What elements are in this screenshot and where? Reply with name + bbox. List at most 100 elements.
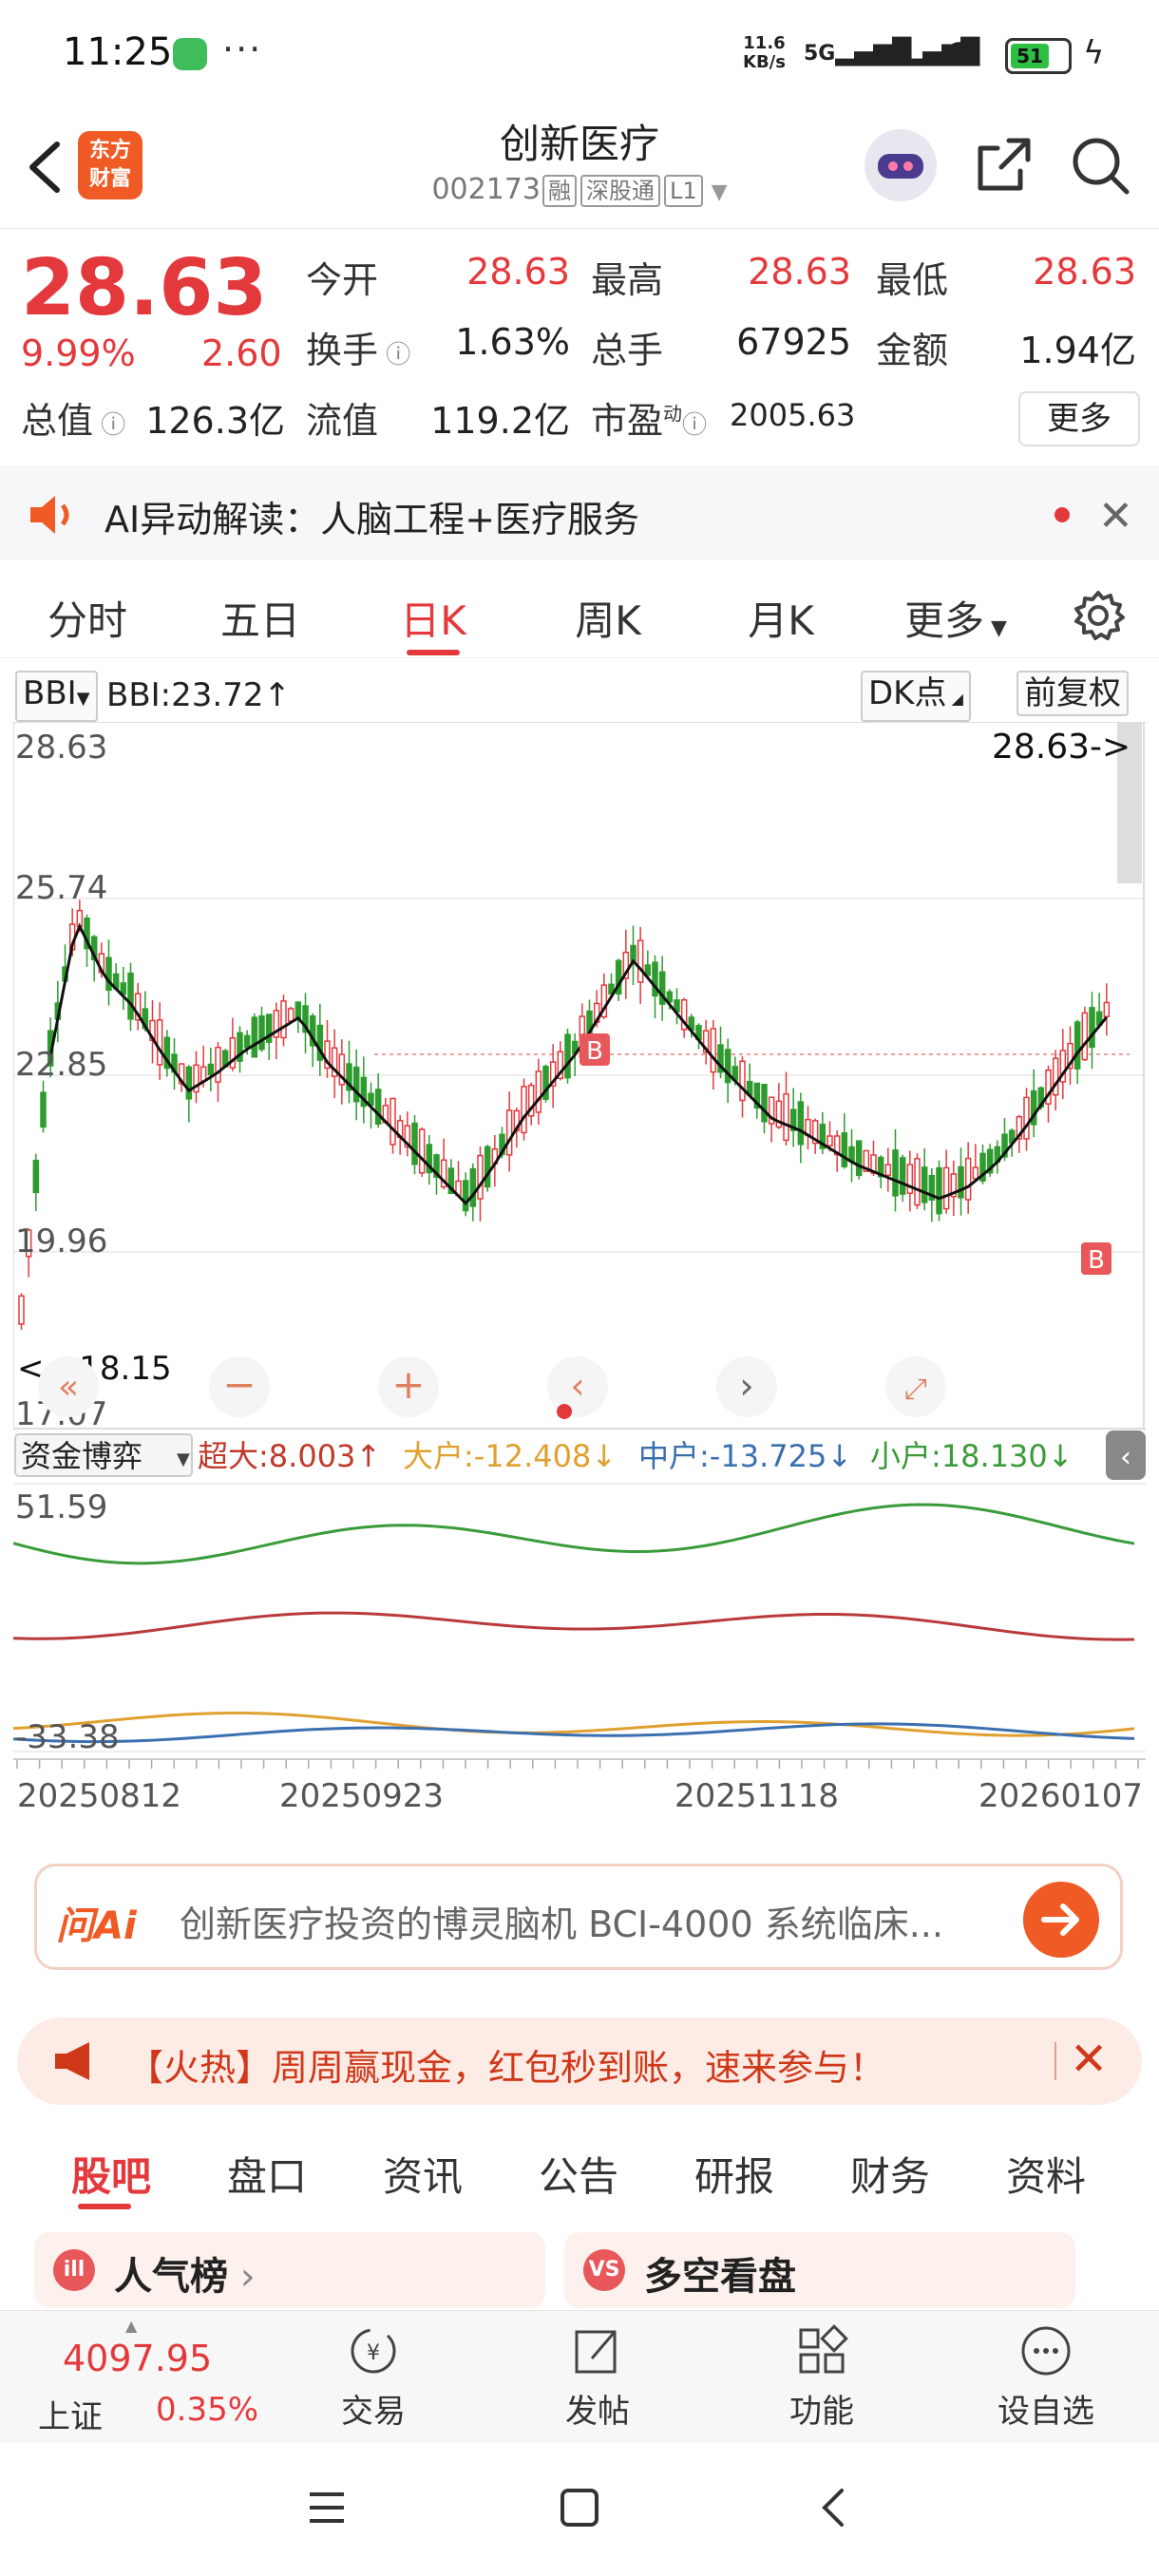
candle-body — [18, 1295, 25, 1325]
tab-forum[interactable]: 股吧 — [40, 2145, 182, 2203]
tab-monthly-k[interactable]: 月K — [705, 589, 857, 647]
nav-add-watchlist[interactable]: 设自选 — [984, 2322, 1108, 2432]
candle-body — [294, 1001, 302, 1020]
candle-body — [936, 1166, 942, 1215]
more-circle-icon — [1021, 2326, 1071, 2376]
ai-question-input[interactable]: 问Ai 创新医疗投资的博灵脑机 BCI-4000 系统临床... — [34, 1864, 1123, 1970]
tab-more[interactable]: 更多 ▼ — [880, 589, 1032, 647]
float-cap-value: 119.2亿 — [430, 400, 570, 442]
promo-text: 【火热】周周赢现金，红包秒到账，速来参与！ — [127, 2047, 886, 2089]
battery-icon: 51 — [1005, 38, 1072, 74]
tab-five-day[interactable]: 五日 — [184, 589, 336, 647]
system-nav-bar — [0, 2443, 1159, 2576]
promo-banner[interactable]: 【火热】周周赢现金，红包秒到账，速来参与！ ✕ — [17, 2017, 1142, 2105]
tab-news[interactable]: 资讯 — [352, 2145, 494, 2203]
candle-body — [215, 1046, 221, 1083]
high-value: 28.63 — [748, 251, 851, 293]
index-name[interactable]: 上证 — [38, 2391, 103, 2437]
more-notifications-icon: ··· — [222, 28, 263, 70]
float-cap-label: 流值 — [306, 400, 379, 442]
candle-body — [1023, 1096, 1030, 1140]
zoom-out-icon[interactable]: − — [222, 1361, 256, 1408]
vs-icon: VS — [583, 2249, 625, 2291]
tag-level: L1 — [663, 175, 703, 207]
candle-body — [899, 1157, 906, 1195]
buy-marker-label-2: B — [1088, 1246, 1105, 1275]
y-tick-2: 22.85 — [15, 1046, 107, 1084]
candle-body — [352, 1066, 360, 1103]
popularity-card[interactable]: ill 人气榜 › — [34, 2232, 545, 2308]
x-tick-3: 20260107 — [978, 1777, 1143, 1815]
candle-body — [636, 939, 644, 983]
ai-assistant-avatar[interactable] — [864, 129, 937, 201]
share-icon[interactable] — [971, 133, 1036, 198]
settings-gear-icon[interactable] — [1072, 589, 1125, 642]
pe-label: 市盈动ⓘ — [591, 400, 708, 442]
candle-body — [972, 1166, 979, 1180]
kline-chart[interactable]: B B 28.63 25.74 22.85 19.96 17.07 28.63-… — [13, 722, 1146, 1430]
last-price-tag: 28.63-> — [992, 728, 1130, 767]
candle-body — [564, 1033, 571, 1079]
index-value[interactable]: 4097.95 — [63, 2338, 212, 2379]
candle-body — [1103, 1001, 1111, 1018]
tab-orderbook[interactable]: 盘口 — [196, 2145, 338, 2203]
candle-body — [484, 1146, 491, 1188]
candle-body — [32, 1160, 40, 1194]
indicator-name: 资金博弈 — [21, 1438, 142, 1474]
tab-intraday[interactable]: 分时 — [11, 589, 163, 647]
amount-value: 1.94亿 — [1019, 330, 1136, 371]
ai-input-placeholder: 创新医疗投资的博灵脑机 BCI-4000 系统临床... — [180, 1904, 943, 1945]
search-icon[interactable] — [1068, 133, 1132, 198]
candle-body — [374, 1089, 382, 1126]
nav-trade[interactable]: ¥ 交易 — [312, 2322, 435, 2432]
fund-flow-indicator[interactable]: 资金博弈 ▼ 超大:8.003↑ 大户:-12.408↓ 中户:-13.725↓… — [13, 1430, 1146, 1829]
ai-anomaly-banner[interactable]: AI异动解读：人脑工程+医疗服务 ✕ — [0, 465, 1159, 560]
dk-point-button[interactable]: DK点 ◢ — [861, 671, 971, 722]
tab-weekly-k[interactable]: 周K — [532, 589, 684, 647]
ai-submit-arrow-icon[interactable] — [1023, 1882, 1099, 1958]
charging-icon: ϟ — [1083, 34, 1105, 72]
candle-body — [287, 1008, 294, 1022]
tab-finance[interactable]: 财务 — [819, 2145, 961, 2203]
more-quote-button[interactable]: 更多 — [1018, 391, 1140, 446]
series-value-1: -12.408 — [474, 1438, 592, 1474]
section-tabs: 股吧 盘口 资讯 公告 研报 财务 资料 — [0, 2120, 1159, 2215]
candle-body — [477, 1154, 484, 1200]
collapse-icon[interactable]: ‹ — [1120, 1441, 1131, 1474]
menu-icon[interactable] — [304, 2485, 350, 2530]
candle-body — [921, 1166, 928, 1203]
speaker-icon — [30, 496, 69, 534]
bull-bear-card[interactable]: VS 多空看盘 — [564, 2232, 1075, 2308]
double-left-icon[interactable]: « — [58, 1368, 79, 1407]
candle-body — [40, 1091, 47, 1128]
fullscreen-icon[interactable]: ⤢ — [904, 1373, 927, 1406]
apps-grid-icon — [799, 2324, 848, 2374]
next-icon[interactable]: › — [739, 1365, 753, 1407]
turnover-value: 1.63% — [455, 321, 570, 363]
candle-body — [462, 1180, 469, 1212]
tab-profile[interactable]: 资料 — [975, 2145, 1117, 2203]
series-name-1: 大户 — [403, 1438, 464, 1474]
home-icon[interactable] — [557, 2485, 602, 2530]
index-percent[interactable]: 0.35% — [156, 2391, 258, 2429]
svg-text:▼: ▼ — [177, 1449, 190, 1469]
tab-daily-k[interactable]: 日K — [357, 589, 509, 647]
trade-icon: ¥ — [351, 2328, 396, 2374]
back-icon[interactable] — [811, 2485, 857, 2530]
close-icon[interactable]: ✕ — [1070, 2033, 1108, 2086]
nav-functions[interactable]: 功能 — [760, 2322, 884, 2432]
adjust-button[interactable]: 前复权 — [1016, 671, 1129, 716]
close-icon[interactable]: ✕ — [1098, 492, 1133, 540]
tab-announcement[interactable]: 公告 — [507, 2145, 650, 2203]
ai-banner-text: AI异动解读：人脑工程+医疗服务 — [104, 499, 640, 540]
tab-research[interactable]: 研报 — [663, 2145, 806, 2203]
popularity-title: 人气榜 — [114, 2255, 228, 2299]
prev-icon[interactable]: ‹ — [570, 1365, 584, 1407]
zoom-in-icon[interactable]: + — [391, 1361, 425, 1408]
candle-body — [914, 1158, 921, 1206]
candle-body — [958, 1165, 964, 1199]
indicator-selector[interactable]: BBI▼ — [15, 671, 98, 722]
svg-text:大户:-12.408↓: 大户:-12.408↓ — [403, 1438, 617, 1474]
low-value: 28.63 — [1033, 251, 1136, 293]
nav-post[interactable]: 发帖 — [536, 2322, 659, 2432]
